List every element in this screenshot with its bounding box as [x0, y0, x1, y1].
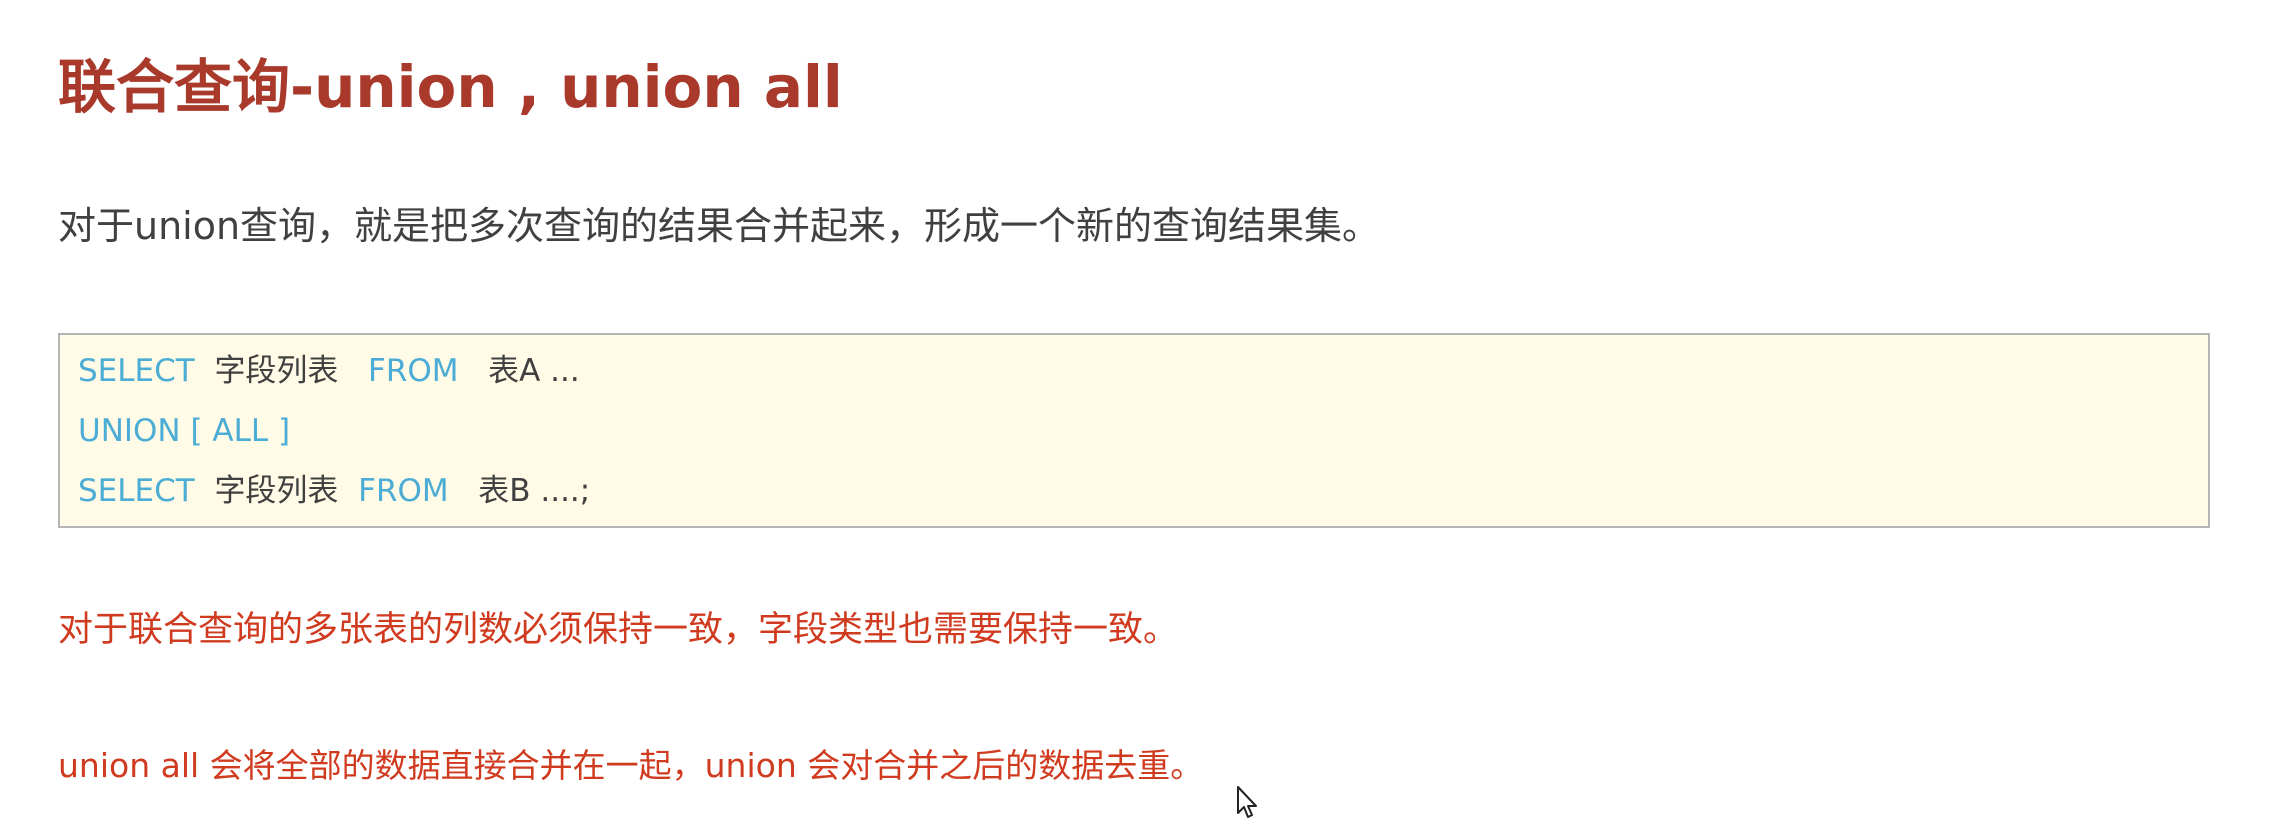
code-keyword-union: UNION [ ALL ]	[78, 413, 291, 449]
code-text-fields: 字段列表	[214, 353, 339, 389]
code-line-1: SELECT 字段列表 FROM 表A ...	[78, 341, 2208, 401]
note-union-all-vs-union: union all 会将全部的数据直接合并在一起，union 会对合并之后的数据…	[58, 746, 1204, 785]
code-line-3: SELECT 字段列表 FROM 表B ....;	[78, 461, 2208, 521]
code-text-table: 表B ....;	[478, 473, 591, 509]
code-keyword-select: SELECT	[78, 353, 195, 389]
note-column-consistency: 对于联合查询的多张表的列数必须保持一致，字段类型也需要保持一致。	[58, 610, 1179, 650]
code-line-2: UNION [ ALL ]	[78, 401, 2208, 461]
code-text-fields: 字段列表	[214, 473, 339, 509]
code-keyword-from: FROM	[368, 353, 459, 389]
mouse-cursor-icon	[1237, 786, 1257, 818]
code-keyword-from: FROM	[358, 473, 449, 509]
page-title: 联合查询-union , union all	[58, 53, 843, 121]
code-keyword-select: SELECT	[78, 473, 195, 509]
code-block: SELECT 字段列表 FROM 表A ... UNION [ ALL ] SE…	[58, 333, 2210, 528]
code-text-table: 表A ...	[488, 353, 580, 389]
intro-paragraph: 对于union查询，就是把多次查询的结果合并起来，形成一个新的查询结果集。	[58, 204, 1381, 248]
